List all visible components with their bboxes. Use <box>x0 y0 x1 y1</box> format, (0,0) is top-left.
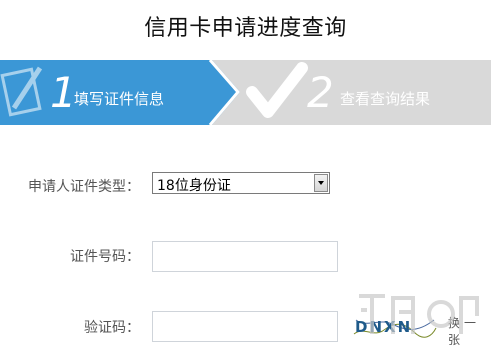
id-number-label: 证件号码： <box>70 249 140 265</box>
id-number-input[interactable] <box>152 241 338 272</box>
captcha-label: 验证码： <box>84 320 140 336</box>
chevron-down-icon[interactable] <box>314 174 328 192</box>
id-type-label: 申请人证件类型： <box>28 179 140 195</box>
captcha-input[interactable] <box>152 311 338 342</box>
id-type-selected-value: 18位身份证 <box>157 178 231 194</box>
step-1-number: 1 <box>50 68 77 117</box>
step-1-label: 填写证件信息 <box>74 90 165 108</box>
progress-steps: 1 填写证件信息 2 查看查询结果 <box>0 60 491 125</box>
page-title: 信用卡申请进度查询 <box>144 16 347 41</box>
watermark-logo <box>359 294 479 334</box>
step-2-number: 2 <box>307 68 334 117</box>
id-type-select[interactable]: 18位身份证 <box>152 172 330 194</box>
step-2-label: 查看查询结果 <box>340 90 431 108</box>
